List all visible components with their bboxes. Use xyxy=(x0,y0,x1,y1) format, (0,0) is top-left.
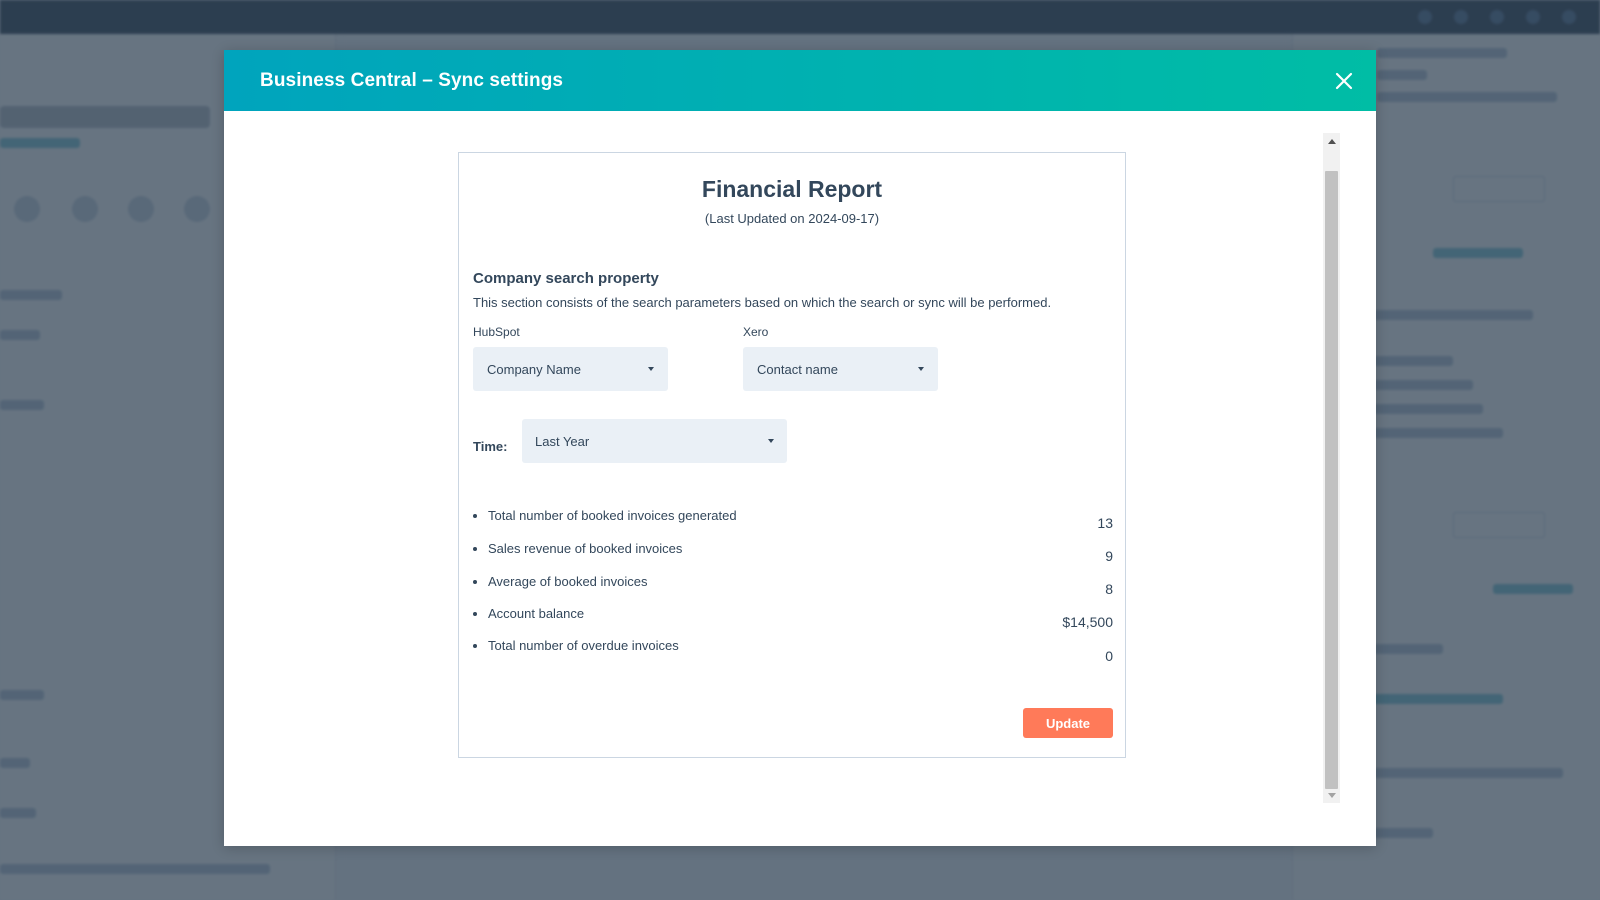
close-icon xyxy=(1335,72,1353,89)
time-range-select[interactable]: Last Year xyxy=(522,419,787,463)
vertical-scrollbar[interactable] xyxy=(1323,133,1340,803)
caret-down-icon xyxy=(918,367,924,371)
metric-value: $14,500 xyxy=(1062,614,1113,630)
hubspot-label: HubSpot xyxy=(473,325,520,339)
time-label: Time: xyxy=(473,439,508,454)
close-button[interactable] xyxy=(1332,69,1356,93)
metric-label: Account balance xyxy=(488,606,585,621)
caret-down-icon xyxy=(768,439,774,443)
hubspot-select-value: Company Name xyxy=(487,361,581,377)
scroll-up-arrow-icon[interactable] xyxy=(1323,133,1340,149)
list-item: Total number of overdue invoices 0 xyxy=(473,638,1113,664)
bullet-icon xyxy=(473,644,477,648)
report-title: Financial Report xyxy=(701,176,883,202)
list-item: Average of booked invoices 8 xyxy=(473,574,1113,597)
section-title: Company search property xyxy=(473,270,659,287)
section-description: This section consists of the search para… xyxy=(473,295,1052,310)
xero-label: Xero xyxy=(743,325,769,339)
metric-value: 0 xyxy=(1105,648,1113,664)
bullet-icon xyxy=(473,580,477,584)
metric-value: 13 xyxy=(1097,515,1113,531)
hubspot-property-select[interactable]: Company Name xyxy=(473,347,668,391)
list-item: Total number of booked invoices generate… xyxy=(473,508,1113,531)
metric-value: 8 xyxy=(1105,581,1113,597)
list-item: Sales revenue of booked invoices 9 xyxy=(473,541,1113,564)
metric-label: Total number of booked invoices generate… xyxy=(488,508,737,523)
xero-property-select[interactable]: Contact name xyxy=(743,347,938,391)
metric-label: Average of booked invoices xyxy=(488,574,648,589)
caret-down-icon xyxy=(648,367,654,371)
sync-settings-modal: Business Central – Sync settings Financi… xyxy=(224,50,1376,846)
xero-select-value: Contact name xyxy=(757,361,838,377)
bullet-icon xyxy=(473,514,477,518)
modal-header: Business Central – Sync settings xyxy=(224,50,1376,111)
scroll-down-arrow-icon[interactable] xyxy=(1323,787,1340,803)
metric-label: Sales revenue of booked invoices xyxy=(488,541,683,556)
metric-label: Total number of overdue invoices xyxy=(488,638,679,653)
bullet-icon xyxy=(473,612,477,616)
scroll-thumb[interactable] xyxy=(1325,171,1338,789)
modal-body: Financial Report (Last Updated on 2024-0… xyxy=(224,111,1376,846)
time-select-value: Last Year xyxy=(535,433,590,449)
metric-value: 9 xyxy=(1105,548,1113,564)
bullet-icon xyxy=(473,547,477,551)
update-button[interactable]: Update xyxy=(1023,708,1113,738)
modal-title: Business Central – Sync settings xyxy=(260,69,564,91)
list-item: Account balance $14,500 xyxy=(473,606,1113,630)
financial-report-card: Financial Report (Last Updated on 2024-0… xyxy=(458,152,1126,758)
report-last-updated: (Last Updated on 2024-09-17) xyxy=(704,211,880,226)
